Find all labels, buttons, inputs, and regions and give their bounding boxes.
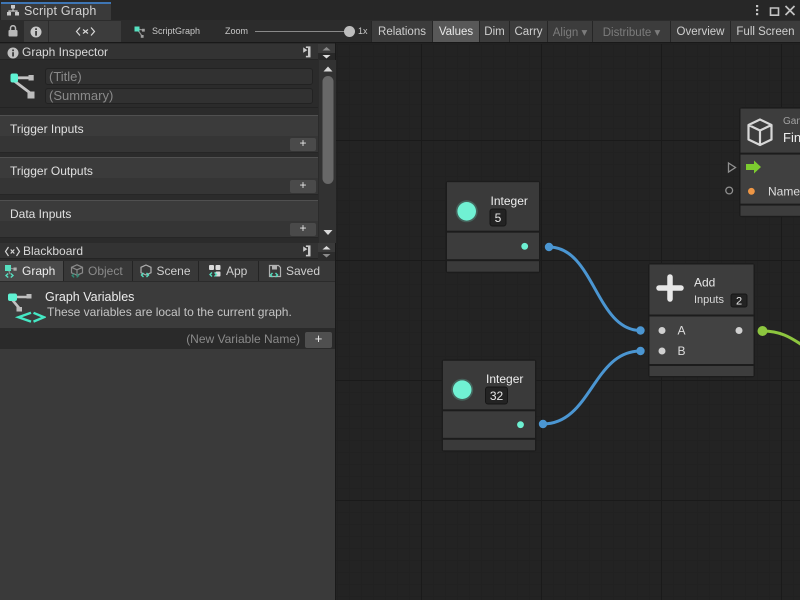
svg-text:Name: Name: [768, 185, 800, 199]
svg-text:Find: Find: [783, 130, 800, 145]
svg-text:Inputs: Inputs: [694, 294, 724, 306]
svg-text:Add: Add: [694, 276, 715, 290]
svg-text:GameObject: GameObject: [783, 116, 800, 127]
svg-text:Integer: Integer: [486, 372, 523, 386]
svg-text:A: A: [678, 324, 686, 338]
svg-text:2: 2: [736, 296, 742, 308]
svg-text:Integer: Integer: [491, 194, 528, 208]
svg-text:5: 5: [495, 211, 502, 225]
svg-text:32: 32: [490, 389, 504, 403]
svg-text:B: B: [678, 344, 686, 358]
